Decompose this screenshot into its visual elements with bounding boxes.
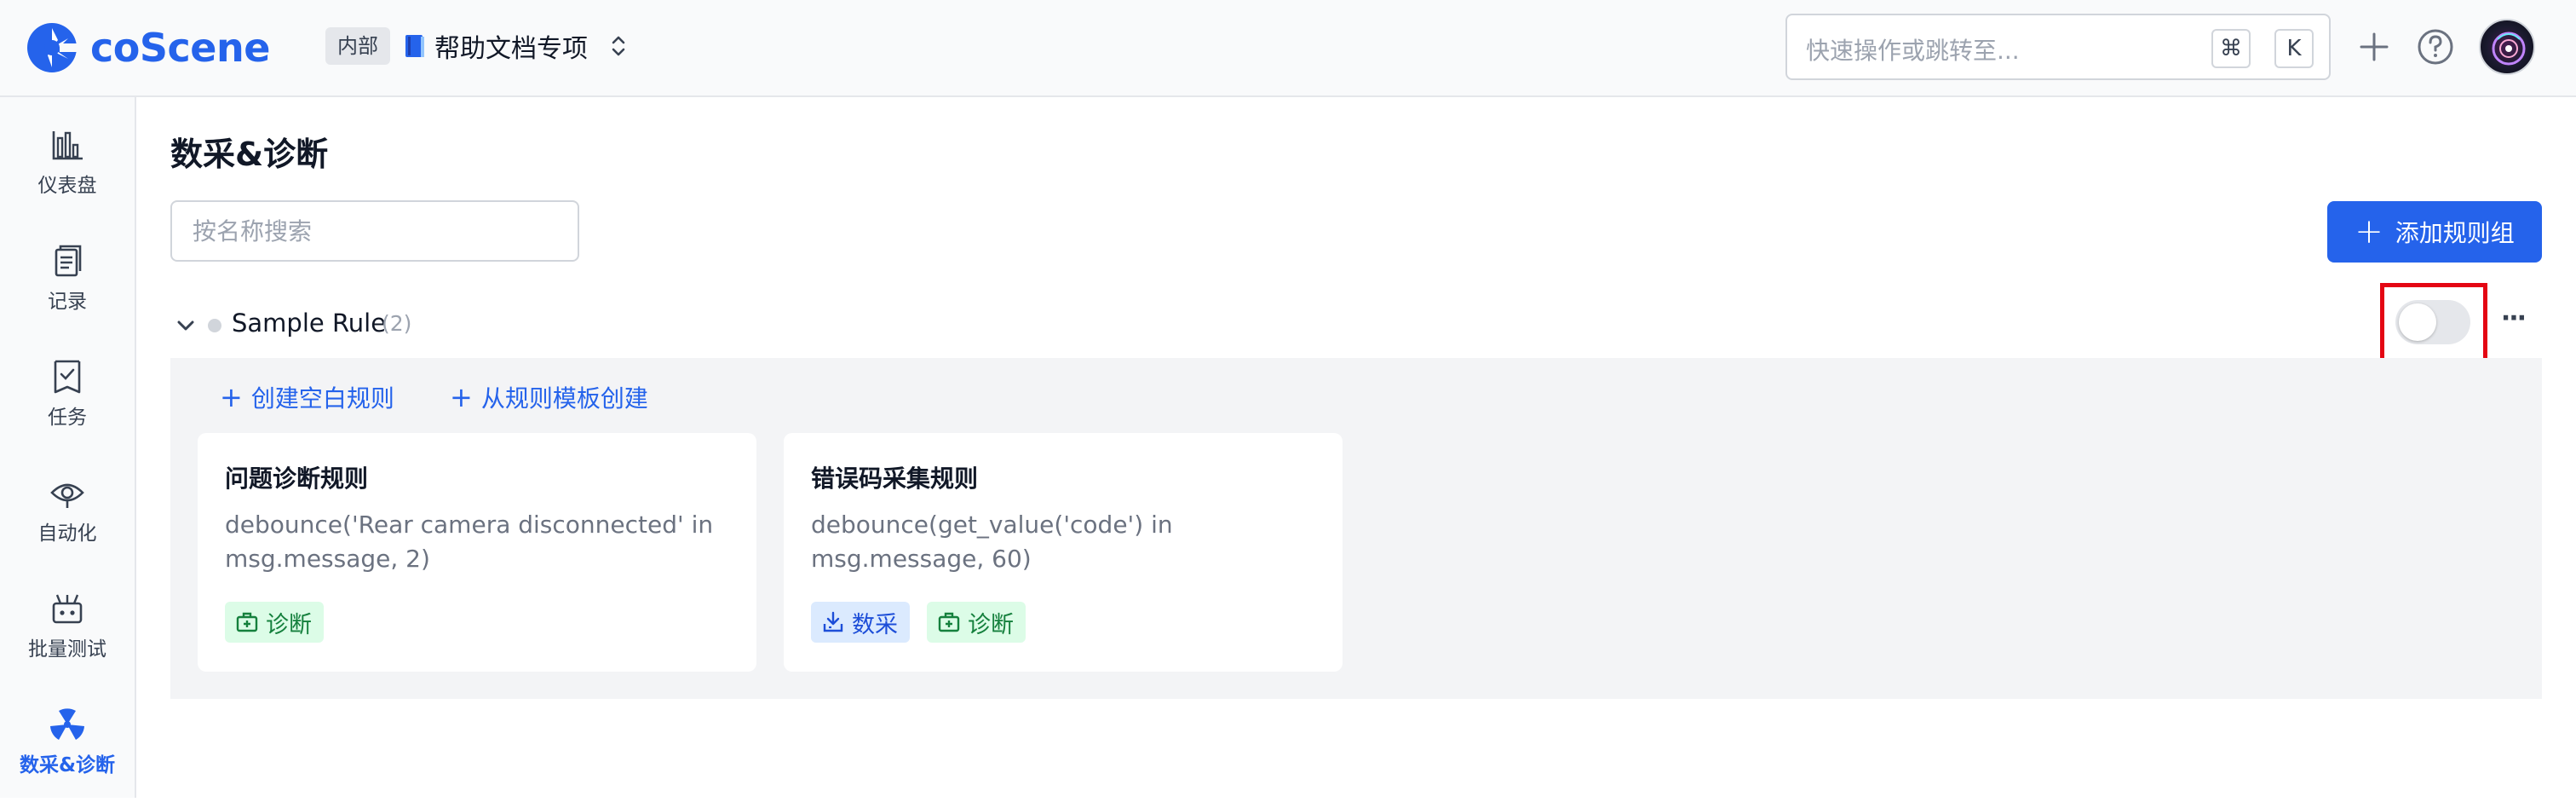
sidebar-item-label: 记录 xyxy=(48,291,87,313)
create-blank-rule-label: 创建空白规则 xyxy=(250,384,394,413)
sidebar-item-label: 自动化 xyxy=(37,522,97,545)
tag-label: 诊断 xyxy=(266,611,312,638)
collection-tag: 数采 xyxy=(811,602,910,643)
project-name: 帮助文档专项 xyxy=(434,34,588,64)
brand-name: coScene xyxy=(90,25,270,71)
shortcut-k-key: K xyxy=(2274,29,2314,68)
diagnosis-tag: 诊断 xyxy=(927,602,1026,643)
book-icon xyxy=(405,35,424,57)
medical-kit-icon xyxy=(236,612,258,632)
rule-card[interactable]: 问题诊断规则 debounce('Rear camera disconnecte… xyxy=(198,433,756,672)
workspace-badge: 内部 xyxy=(325,27,390,65)
chevron-down-icon[interactable] xyxy=(174,314,198,338)
sidebar-item-records[interactable]: 记录 xyxy=(0,242,135,344)
coscene-logo-icon xyxy=(27,23,78,72)
tag-label: 数采 xyxy=(852,611,898,638)
sidebar-item-label: 数采&诊断 xyxy=(19,754,116,776)
automation-icon xyxy=(50,483,84,508)
rule-card[interactable]: 错误码采集规则 debounce(get_value('code') in ms… xyxy=(784,433,1343,672)
download-tray-icon xyxy=(823,611,843,632)
create-from-template-link[interactable]: + 从规则模板创建 xyxy=(450,378,648,416)
avatar-image-icon xyxy=(2492,32,2526,66)
sidebar-item-batch-test[interactable]: 批量测试 xyxy=(0,590,135,692)
status-dot xyxy=(208,319,221,332)
rule-expression: debounce('Rear camera disconnected' in m… xyxy=(225,511,714,573)
plus-icon: + xyxy=(220,381,243,413)
sidebar-item-dashboard[interactable]: 仪表盘 xyxy=(0,126,135,228)
page-title: 数采&诊断 xyxy=(170,136,329,173)
highlight-box xyxy=(2380,283,2487,365)
command-search[interactable]: 快速操作或跳转至... ⌘ K xyxy=(1785,14,2331,80)
add-rule-group-button[interactable]: + 添加规则组 xyxy=(2327,201,2542,263)
create-blank-rule-link[interactable]: + 创建空白规则 xyxy=(220,378,394,416)
avatar[interactable] xyxy=(2479,19,2535,75)
help-icon[interactable] xyxy=(2414,26,2457,68)
batch-test-icon xyxy=(52,594,83,624)
sidebar-item-diagnosis[interactable]: 数采&诊断 xyxy=(0,706,135,808)
shortcut-cmd-key: ⌘ xyxy=(2211,29,2251,68)
rule-title: 问题诊断规则 xyxy=(225,465,369,493)
rule-group-header[interactable]: Sample Rule (2) xyxy=(170,300,2542,358)
plus-icon: + xyxy=(2355,212,2383,251)
rule-group-name: Sample Rule xyxy=(232,309,387,338)
task-icon xyxy=(54,360,81,394)
create-from-template-label: 从规则模板创建 xyxy=(480,384,648,413)
name-search-input[interactable] xyxy=(172,202,578,260)
plus-icon: + xyxy=(450,381,473,413)
plus-icon[interactable] xyxy=(2353,26,2395,68)
sidebar-item-automation[interactable]: 自动化 xyxy=(0,474,135,576)
medical-kit-icon xyxy=(938,612,960,632)
top-bar: coScene 内部 帮助文档专项 快速操作或跳转至... ⌘ K xyxy=(0,0,2576,97)
name-search-field[interactable] xyxy=(170,200,579,262)
diagnosis-icon xyxy=(50,708,84,740)
chevron-up-down-icon xyxy=(612,36,625,56)
record-icon xyxy=(55,245,82,277)
command-search-placeholder: 快速操作或跳转至... xyxy=(1806,37,2020,65)
more-options-icon[interactable]: ··· xyxy=(2496,303,2530,341)
project-switcher[interactable]: 帮助文档专项 xyxy=(404,26,629,66)
rule-expression: debounce(get_value('code') in msg.messag… xyxy=(811,511,1173,573)
sidebar-item-tasks[interactable]: 任务 xyxy=(0,358,135,460)
rule-title: 错误码采集规则 xyxy=(811,465,979,493)
sidebar-item-label: 仪表盘 xyxy=(37,175,97,197)
sidebar: 仪表盘 记录 任务 自动化 批量测试 数采&诊断 xyxy=(0,97,136,798)
diagnosis-tag: 诊断 xyxy=(225,602,324,643)
rule-group-count: (2) xyxy=(382,311,412,336)
add-rule-group-label: 添加规则组 xyxy=(2395,219,2515,247)
rule-group-panel: + 创建空白规则 + 从规则模板创建 问题诊断规则 debounce('Rear… xyxy=(170,358,2542,699)
sidebar-item-label: 批量测试 xyxy=(28,638,106,661)
logo[interactable]: coScene xyxy=(26,19,270,77)
tag-label: 诊断 xyxy=(968,611,1014,638)
dashboard-icon xyxy=(52,131,83,160)
sidebar-item-label: 任务 xyxy=(48,407,87,429)
